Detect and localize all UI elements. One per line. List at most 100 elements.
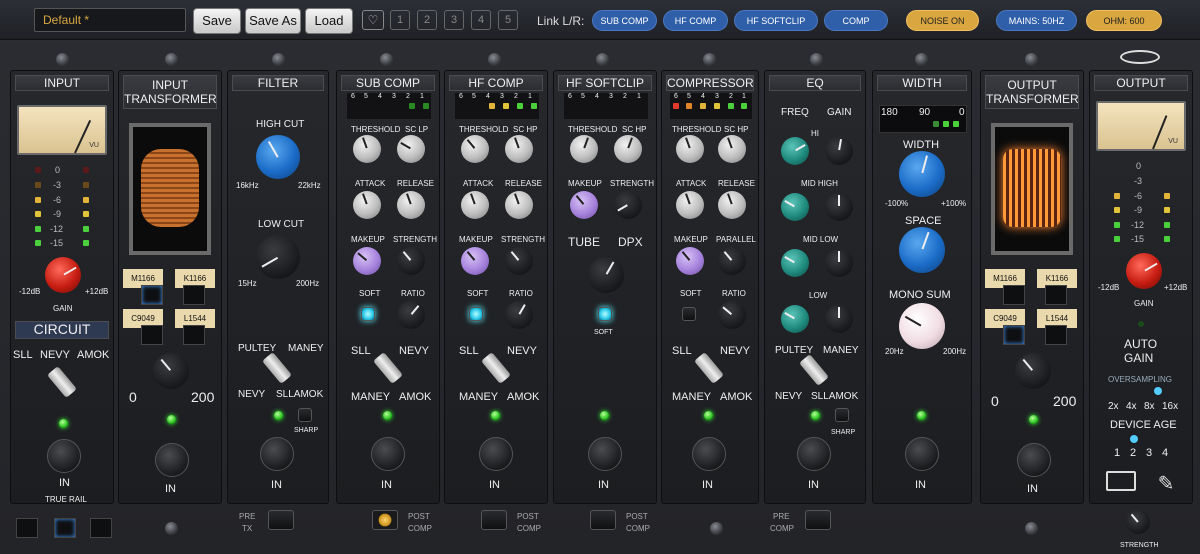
comp-in-button[interactable] [692, 437, 726, 471]
width-in-button[interactable] [905, 437, 939, 471]
settings-wrench-icon[interactable]: ✎ [1154, 471, 1178, 495]
load-button[interactable]: Load [305, 8, 353, 34]
mains-toggle[interactable]: MAINS: 50HZ [996, 10, 1077, 31]
comp-attack-knob[interactable] [676, 191, 704, 219]
auto-label[interactable]: AUTO [1124, 337, 1157, 351]
type-maney[interactable]: MANEY [351, 391, 390, 403]
filter-type-switch[interactable] [261, 352, 293, 384]
eq-hi-freq-knob[interactable] [781, 137, 809, 165]
hfsc-soft-button[interactable] [598, 307, 612, 321]
type-nevy[interactable]: NEVY [399, 345, 429, 357]
space-knob[interactable] [899, 227, 945, 273]
preset-name-field[interactable]: Default * [34, 8, 186, 32]
input-in-button[interactable] [47, 439, 81, 473]
circuit-option-amok[interactable]: AMOK [77, 349, 109, 361]
type-nevy[interactable]: NEVY [720, 345, 750, 357]
favorite-heart-icon[interactable]: ♡ [362, 10, 384, 30]
type-amok[interactable]: AMOK [507, 391, 539, 403]
eq-hi-gain-knob[interactable] [825, 137, 853, 165]
transformer-select-l1544[interactable] [183, 325, 205, 345]
hfsc-makeup-knob[interactable] [570, 191, 598, 219]
hf-makeup-knob[interactable] [461, 247, 489, 275]
link-hf-comp-button[interactable]: HF COMP [663, 10, 728, 31]
eq-mid-low-gain-knob[interactable] [825, 249, 853, 277]
eq-low-gain-knob[interactable] [825, 305, 853, 333]
tube-dpx-toggle[interactable] [588, 257, 624, 293]
comp-parallel-knob[interactable] [718, 247, 746, 275]
sharp-button[interactable] [298, 408, 312, 422]
eq-mid-high-freq-knob[interactable] [781, 193, 809, 221]
filter-type-sllamok[interactable]: SLLAMOK [276, 389, 323, 400]
input-gain-knob[interactable] [45, 257, 81, 293]
output-strength-knob[interactable] [1126, 510, 1150, 534]
eq-type-nevy[interactable]: NEVY [775, 391, 802, 402]
output-transformer-in-button[interactable] [1017, 443, 1051, 477]
hf-ratio-knob[interactable] [505, 301, 533, 329]
hf-in-button[interactable] [479, 437, 513, 471]
output-transformer-drive-knob[interactable] [1015, 353, 1051, 389]
preset-slot-4[interactable]: 4 [471, 10, 491, 30]
sub-release-knob[interactable] [397, 191, 425, 219]
circuit-option-nevy[interactable]: NEVY [40, 349, 70, 361]
link-hf-softclip-button[interactable]: HF SOFTCLIP [734, 10, 818, 31]
eq-mid-high-gain-knob[interactable] [825, 193, 853, 221]
type-maney[interactable]: MANEY [459, 391, 498, 403]
sub-post-comp-button[interactable] [372, 510, 398, 530]
filter-in-button[interactable] [260, 437, 294, 471]
sub-threshold-knob[interactable] [353, 135, 381, 163]
comp-soft-button[interactable] [682, 307, 696, 321]
comp-threshold-knob[interactable] [676, 135, 704, 163]
save-button[interactable]: Save [193, 8, 241, 34]
os-2x[interactable]: 2x [1108, 401, 1119, 412]
type-sll[interactable]: SLL [459, 345, 479, 357]
out-transformer-select-k1166[interactable] [1045, 285, 1067, 305]
sub-soft-button[interactable] [361, 307, 375, 321]
comp-makeup-knob[interactable] [676, 247, 704, 275]
type-amok[interactable]: AMOK [399, 391, 431, 403]
link-sub-comp-button[interactable]: SUB COMP [592, 10, 657, 31]
hfsc-in-button[interactable] [588, 437, 622, 471]
os-4x[interactable]: 4x [1126, 401, 1137, 412]
input-transformer-in-button[interactable] [155, 443, 189, 477]
undo-redo-icon[interactable] [1120, 50, 1160, 64]
hf-post-comp-button[interactable] [481, 510, 507, 530]
comp-release-knob[interactable] [718, 191, 746, 219]
transformer-select-m1166[interactable] [141, 285, 163, 305]
input-transformer-drive-knob[interactable] [153, 353, 189, 389]
hfsc-post-comp-button[interactable] [590, 510, 616, 530]
comp-sc-hp-knob[interactable] [718, 135, 746, 163]
out-transformer-select-c9049[interactable] [1003, 325, 1025, 345]
hf-threshold-knob[interactable] [461, 135, 489, 163]
transformer-select-c9049[interactable] [141, 325, 163, 345]
hfsc-threshold-knob[interactable] [570, 135, 598, 163]
sub-attack-knob[interactable] [353, 191, 381, 219]
type-amok[interactable]: AMOK [720, 391, 752, 403]
ohm-toggle[interactable]: OHM: 600 [1086, 10, 1162, 31]
age-1[interactable]: 1 [1114, 447, 1120, 459]
sub-in-button[interactable] [371, 437, 405, 471]
high-cut-knob[interactable] [256, 135, 300, 179]
sub-strength-knob[interactable] [397, 247, 425, 275]
filter-pre-tx-button[interactable] [268, 510, 294, 530]
hf-strength-knob[interactable] [505, 247, 533, 275]
type-sll[interactable]: SLL [351, 345, 371, 357]
sub-makeup-knob[interactable] [353, 247, 381, 275]
eq-pre-comp-button[interactable] [805, 510, 831, 530]
eq-type-maney[interactable]: MANEY [823, 345, 859, 356]
transformer-select-k1166[interactable] [183, 285, 205, 305]
width-knob[interactable] [899, 151, 945, 197]
hf-soft-button[interactable] [469, 307, 483, 321]
type-nevy[interactable]: NEVY [507, 345, 537, 357]
os-8x[interactable]: 8x [1144, 401, 1155, 412]
eq-mid-low-freq-knob[interactable] [781, 249, 809, 277]
os-16x[interactable]: 16x [1162, 401, 1178, 412]
age-2[interactable]: 2 [1130, 447, 1136, 459]
circuit-selector-switch[interactable] [46, 366, 78, 398]
age-4[interactable]: 4 [1162, 447, 1168, 459]
filter-type-maney[interactable]: MANEY [288, 343, 324, 354]
eq-type-sllamok[interactable]: SLLAMOK [811, 391, 858, 402]
eq-low-freq-knob[interactable] [781, 305, 809, 333]
noise-toggle[interactable]: NOISE ON [906, 10, 979, 31]
age-3[interactable]: 3 [1146, 447, 1152, 459]
out-transformer-select-l1544[interactable] [1045, 325, 1067, 345]
